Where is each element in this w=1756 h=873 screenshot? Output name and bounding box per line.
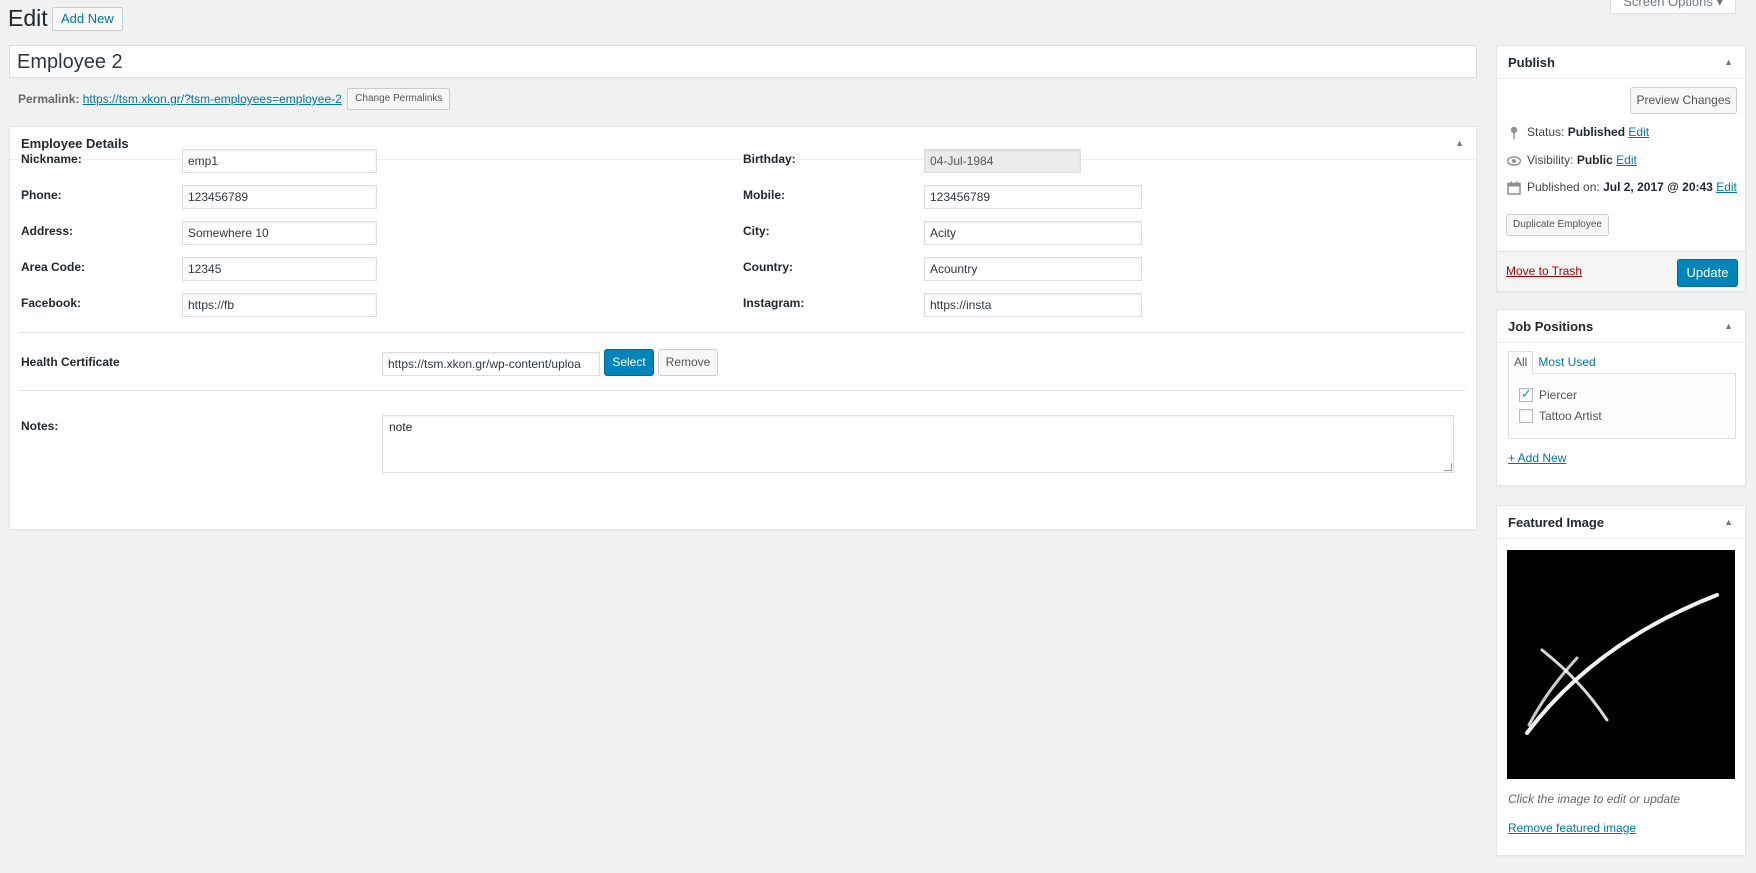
employee-details-title: Employee Details [21, 136, 129, 151]
featured-image-header[interactable]: Featured Image ▲ [1497, 506, 1745, 539]
city-input[interactable]: Acity [924, 221, 1142, 245]
permalink-row: Permalink: https://tsm.xkon.gr/?tsm-empl… [18, 88, 451, 111]
status-edit-link[interactable]: Edit [1628, 125, 1649, 139]
published-value: Jul 2, 2017 @ 20:43 [1603, 180, 1713, 194]
divider [21, 332, 1465, 333]
instagram-input[interactable]: https://insta [924, 293, 1142, 317]
select-button[interactable]: Select [604, 349, 654, 376]
published-on-row: Published on: Jul 2, 2017 @ 20:43 Edit [1507, 180, 1737, 195]
notes-textarea[interactable]: note [382, 415, 1454, 473]
address-label: Address: [21, 224, 74, 238]
country-input[interactable]: Acountry [924, 257, 1142, 281]
collapse-toggle-icon[interactable]: ▲ [1724, 506, 1733, 539]
publish-header[interactable]: Publish ▲ [1497, 46, 1745, 79]
visibility-row: Visibility: Public Edit [1506, 153, 1637, 168]
change-permalinks-button[interactable]: Change Permalinks [347, 88, 451, 110]
add-new-button[interactable]: Add New [52, 7, 123, 31]
move-to-trash-link[interactable]: Move to Trash [1506, 264, 1582, 278]
page-title: Edit [8, 5, 48, 31]
facebook-label: Facebook: [21, 296, 82, 310]
permalink-label: Permalink: [18, 92, 80, 107]
tab-most-used[interactable]: Most Used [1533, 352, 1600, 372]
checkbox-tattoo-artist[interactable] [1519, 408, 1533, 423]
nickname-label: Nickname: [21, 152, 82, 166]
duplicate-employee-button[interactable]: Duplicate Employee [1506, 214, 1609, 236]
pin-icon [1507, 126, 1521, 140]
category-label: Piercer [1539, 388, 1578, 402]
eye-icon [1506, 154, 1522, 168]
featured-image[interactable] [1507, 550, 1735, 779]
collapse-toggle-icon[interactable]: ▲ [1724, 310, 1733, 343]
area-code-label: Area Code: [21, 260, 86, 274]
employee-details-box: Employee Details ▲ Nickname: emp1 Phone:… [9, 126, 1477, 530]
birthday-input: 04-Jul-1984 [924, 149, 1081, 173]
published-label: Published on: [1527, 180, 1600, 194]
published-edit-link[interactable]: Edit [1716, 180, 1737, 194]
featured-image-box: Featured Image ▲ Click the image to edit… [1496, 505, 1746, 856]
publish-footer: Move to Trash Update [1497, 251, 1745, 291]
instagram-label: Instagram: [743, 296, 805, 310]
category-label: Tattoo Artist [1539, 409, 1602, 423]
nickname-input[interactable]: emp1 [182, 149, 377, 173]
visibility-label: Visibility: [1527, 153, 1574, 167]
area-code-input[interactable]: 12345 [182, 257, 377, 281]
preview-changes-button[interactable]: Preview Changes [1630, 87, 1737, 114]
checkbox-piercer[interactable] [1519, 386, 1533, 402]
job-positions-header[interactable]: Job Positions ▲ [1497, 310, 1745, 343]
health-certificate-input[interactable]: https://tsm.xkon.gr/wp-content/uploa [382, 352, 600, 376]
country-label: Country: [743, 260, 793, 274]
remove-featured-image-link[interactable]: Remove featured image [1508, 821, 1636, 835]
job-positions-box: Job Positions ▲ AllMost Used Piercer Tat… [1496, 309, 1746, 486]
divider [21, 390, 1465, 391]
list-item[interactable]: Piercer [1519, 386, 1578, 403]
notes-label: Notes: [21, 419, 59, 433]
post-title-input[interactable]: Employee 2 [9, 45, 1477, 78]
phone-label: Phone: [21, 188, 62, 202]
resize-handle-icon[interactable] [1444, 463, 1452, 471]
phone-input[interactable]: 123456789 [182, 185, 377, 209]
category-list: Piercer Tattoo Artist [1508, 373, 1736, 439]
mobile-input[interactable]: 123456789 [924, 185, 1142, 209]
status-value: Published [1567, 125, 1626, 139]
add-new-category-link[interactable]: + Add New [1508, 451, 1566, 465]
health-certificate-label: Health Certificate [21, 355, 120, 369]
visibility-value: Public [1576, 153, 1613, 167]
calendar-icon [1507, 181, 1521, 195]
job-positions-title: Job Positions [1508, 319, 1594, 334]
status-row: Status: Published Edit [1507, 125, 1649, 140]
featured-image-caption: Click the image to edit or update [1508, 792, 1681, 806]
city-label: City: [743, 224, 770, 238]
mobile-label: Mobile: [743, 188, 785, 202]
address-input[interactable]: Somewhere 10 [182, 221, 377, 245]
list-item[interactable]: Tattoo Artist [1519, 408, 1602, 424]
publish-title: Publish [1508, 55, 1555, 70]
collapse-toggle-icon[interactable]: ▲ [1724, 46, 1733, 79]
facebook-input[interactable]: https://fb [182, 293, 377, 317]
permalink-link[interactable]: https://tsm.xkon.gr/?tsm-employees=emplo… [83, 92, 342, 106]
publish-box: Publish ▲ Preview Changes Status: Publis… [1496, 45, 1746, 292]
status-label: Status: [1527, 125, 1565, 139]
notes-text: note [389, 420, 413, 434]
collapse-toggle-icon[interactable]: ▲ [1455, 127, 1464, 160]
featured-image-title: Featured Image [1508, 515, 1605, 530]
birthday-label: Birthday: [743, 152, 796, 166]
visibility-edit-link[interactable]: Edit [1616, 153, 1637, 167]
tab-all[interactable]: All [1508, 351, 1534, 374]
update-button[interactable]: Update [1677, 259, 1738, 287]
screen-options-button[interactable]: Screen Options ▾ [1610, 0, 1736, 14]
category-tabs: All Most Used [1508, 351, 1601, 374]
remove-button[interactable]: Remove [658, 349, 718, 376]
